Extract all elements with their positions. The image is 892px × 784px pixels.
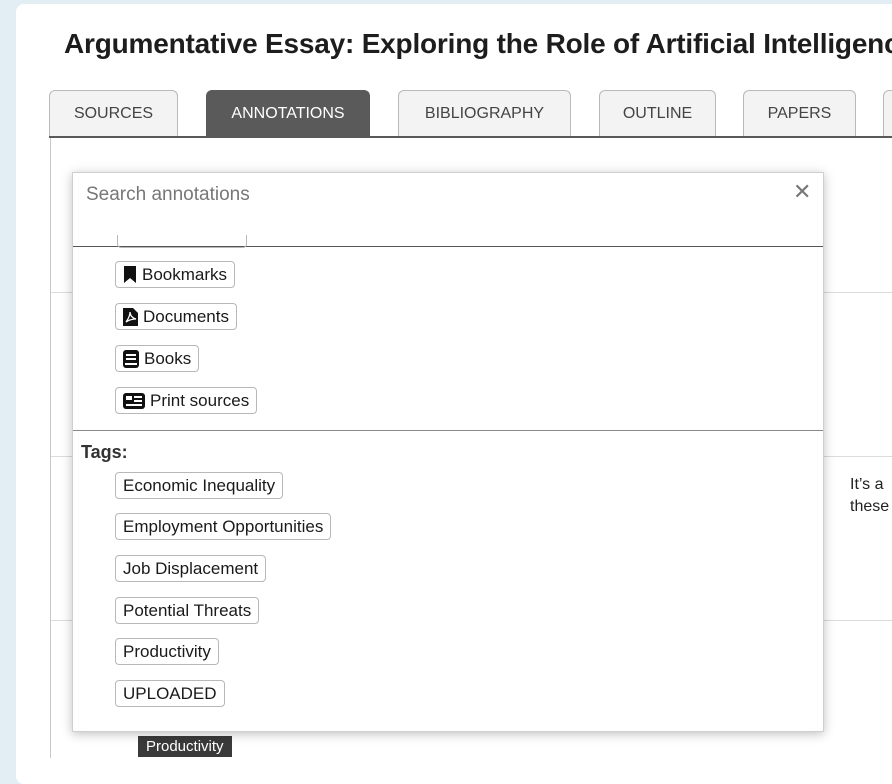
tag-badge: Productivity bbox=[138, 736, 232, 757]
tab-bar: SOURCES ANNOTATIONS BIBLIOGRAPHY OUTLINE… bbox=[49, 90, 892, 138]
tags-heading: Tags: bbox=[81, 442, 128, 462]
tag-productivity[interactable]: Productivity bbox=[115, 638, 219, 665]
tab-papers[interactable]: PAPERS bbox=[743, 90, 856, 136]
annotation-snippet: these bbox=[850, 498, 890, 515]
annotation-snippet: It’s a bbox=[850, 476, 884, 493]
newspaper-icon bbox=[123, 392, 145, 409]
tag-employment-opportunities[interactable]: Employment Opportunities bbox=[115, 513, 332, 540]
filter-bookmarks[interactable]: Bookmarks bbox=[115, 261, 236, 288]
filter-documents[interactable]: Documents bbox=[115, 303, 237, 330]
tab-overflow[interactable] bbox=[883, 90, 892, 136]
filter-label: Documents bbox=[143, 306, 229, 326]
tag-economic-inequality[interactable]: Economic Inequality bbox=[115, 472, 284, 499]
filter-print-sources[interactable]: Print sources bbox=[115, 387, 258, 414]
annotation-search-dropdown: ✕ Bookmarks Documents Books Print source… bbox=[72, 172, 824, 732]
bookmark-icon bbox=[123, 266, 137, 283]
filter-books[interactable]: Books bbox=[115, 345, 200, 372]
filter-label: Books bbox=[144, 348, 192, 368]
clipped-list-item bbox=[117, 235, 247, 248]
tag-potential-threats[interactable]: Potential Threats bbox=[115, 597, 260, 624]
page-title: Argumentative Essay: Exploring the Role … bbox=[64, 28, 892, 59]
book-icon bbox=[123, 349, 139, 368]
tab-bibliography[interactable]: BIBLIOGRAPHY bbox=[398, 90, 571, 136]
close-icon[interactable]: ✕ bbox=[793, 179, 811, 205]
tag-uploaded[interactable]: UPLOADED bbox=[115, 680, 225, 707]
tab-sources[interactable]: SOURCES bbox=[49, 90, 178, 136]
filter-label: Print sources bbox=[150, 390, 250, 410]
pdf-document-icon bbox=[123, 307, 138, 326]
tab-outline[interactable]: OUTLINE bbox=[599, 90, 716, 136]
tab-annotations[interactable]: ANNOTATIONS bbox=[206, 90, 370, 136]
filter-label: Bookmarks bbox=[142, 264, 228, 284]
tag-job-displacement[interactable]: Job Displacement bbox=[115, 555, 267, 582]
section-divider bbox=[73, 430, 823, 431]
